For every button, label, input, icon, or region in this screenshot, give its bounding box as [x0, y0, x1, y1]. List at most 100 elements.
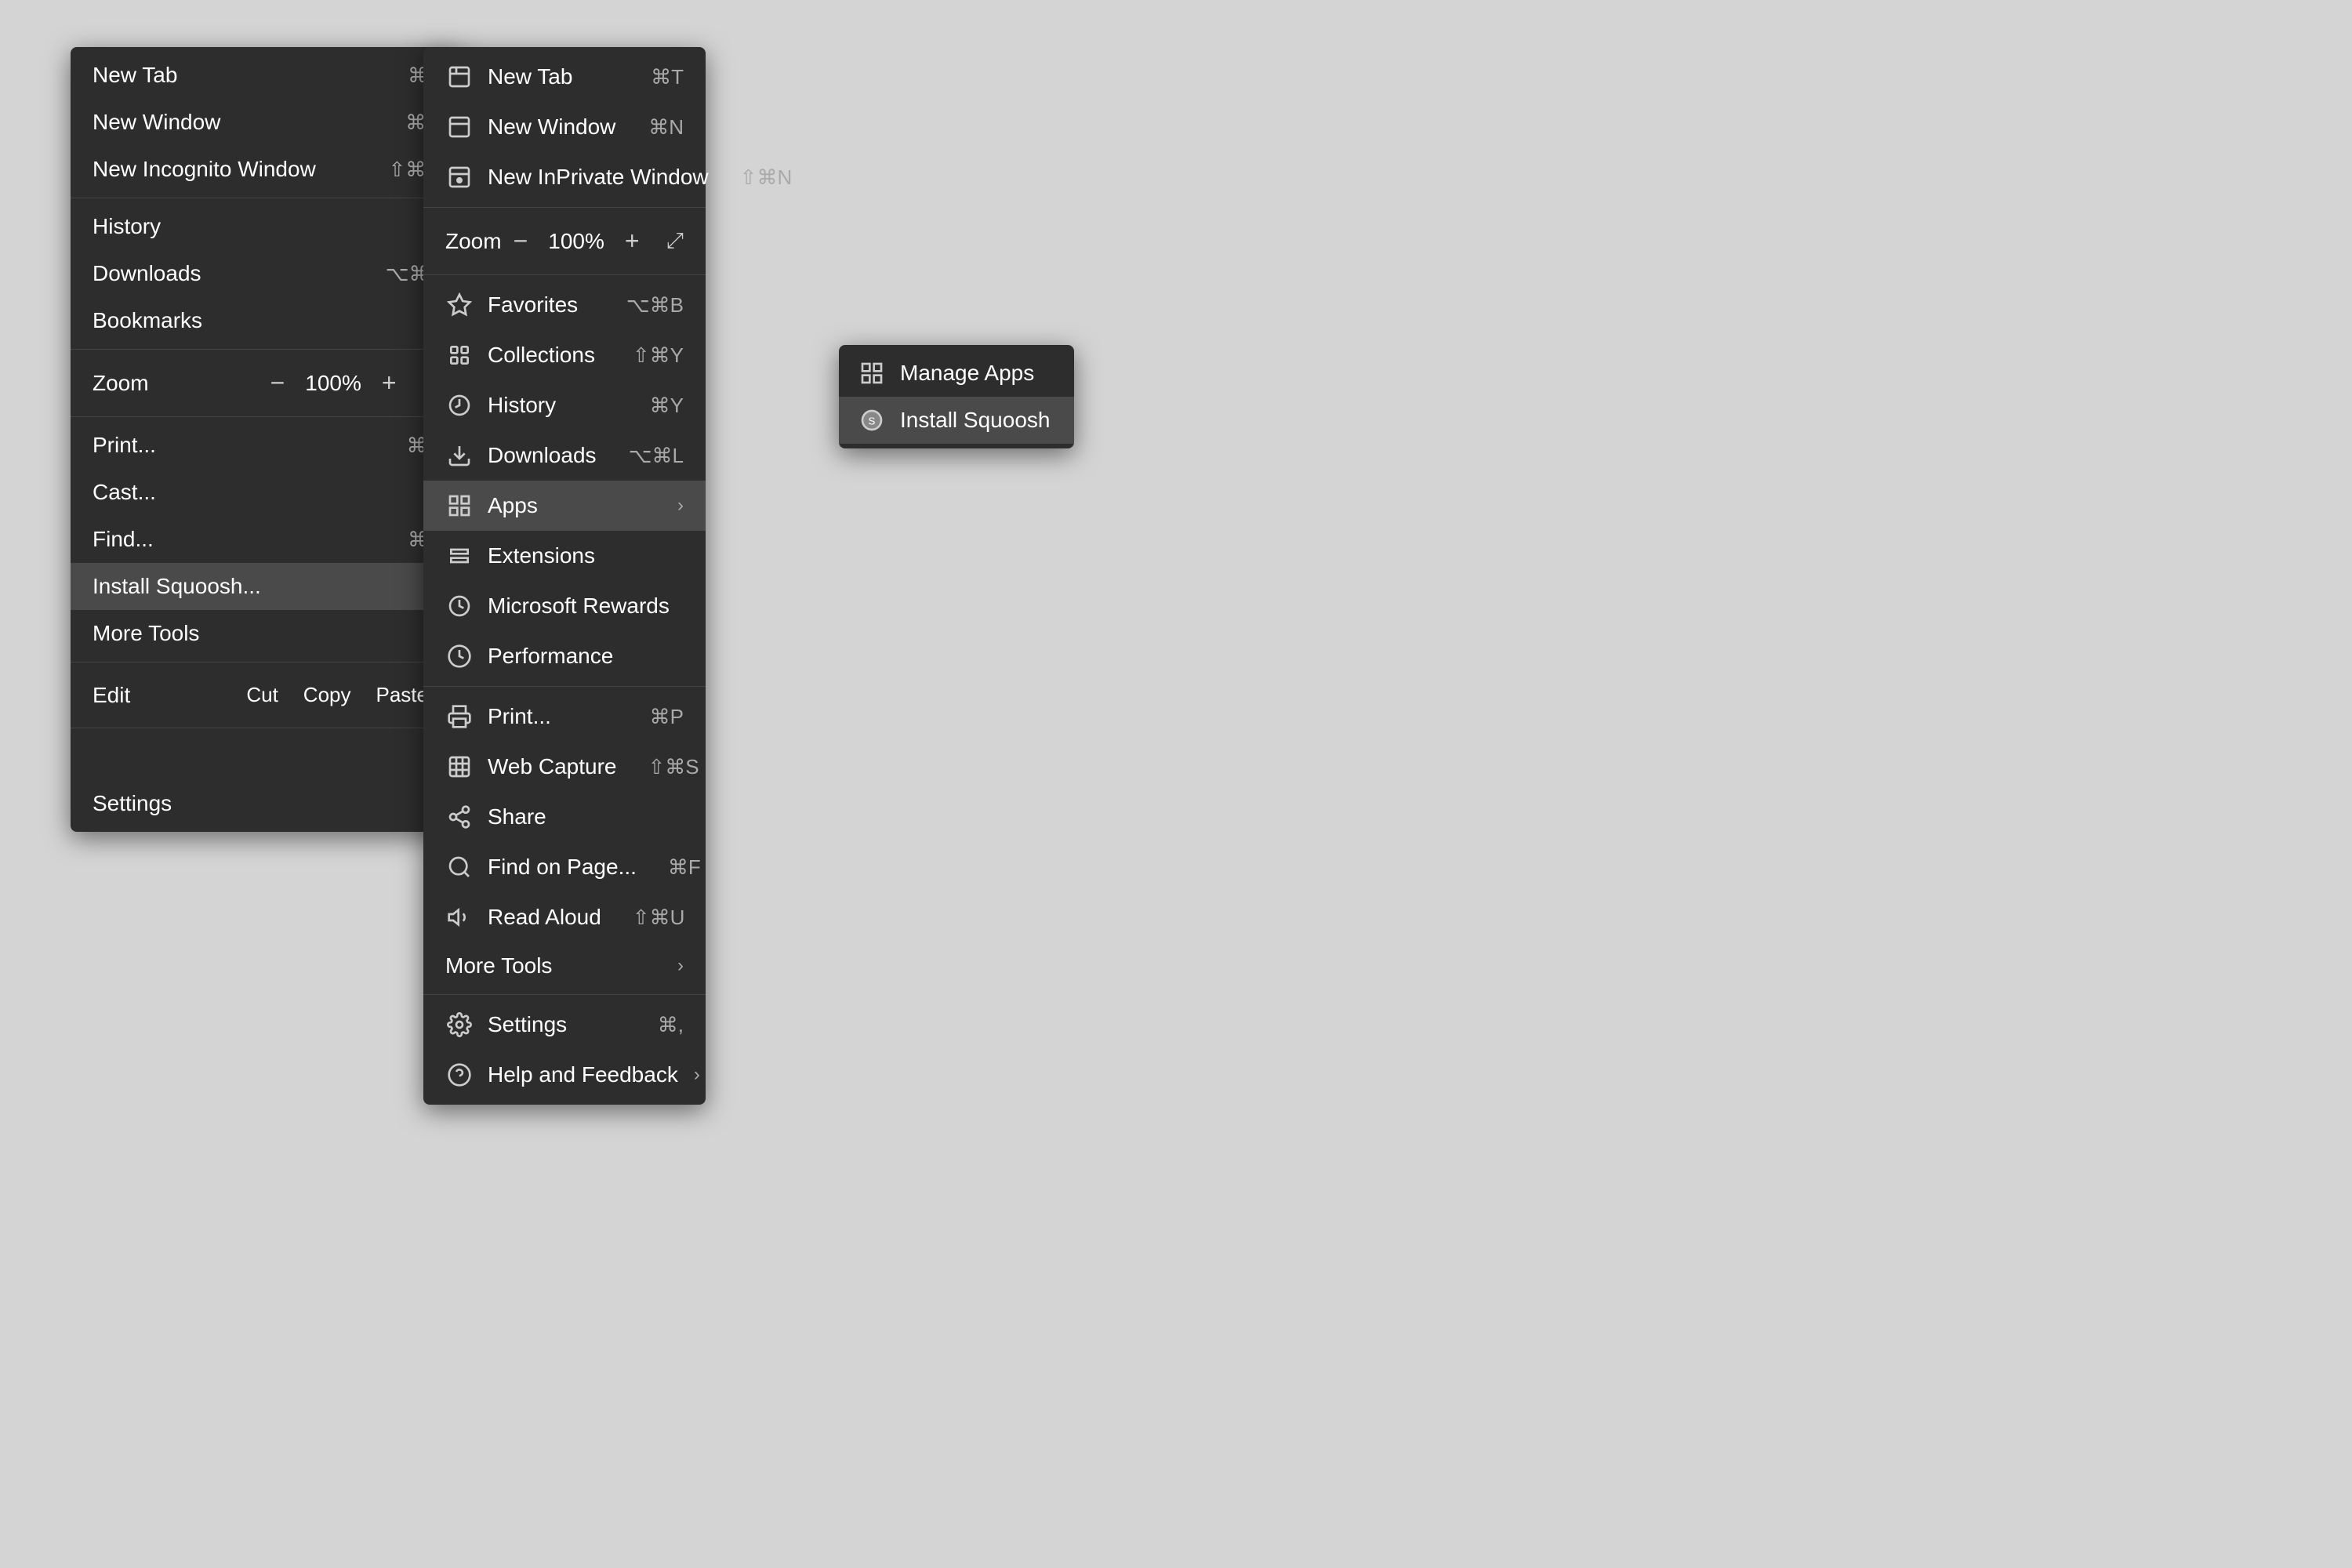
edge-find-shortcut: ⌘F [668, 855, 701, 880]
edge-readaloud-label: Read Aloud [488, 905, 601, 930]
extensions-icon [445, 542, 474, 570]
edge-help-label: Help and Feedback [488, 1062, 678, 1087]
edge-share-label: Share [488, 804, 546, 829]
chrome-bookmarks-label: Bookmarks [93, 308, 202, 333]
edge-webcapture-shortcut: ⇧⌘S [648, 755, 699, 779]
edge-collections-shortcut: ⇧⌘Y [633, 343, 684, 368]
chrome-install-squoosh-label: Install Squoosh... [93, 574, 261, 599]
edge-new-inprivate-label: New InPrivate Window [488, 165, 709, 190]
edge-separator-3 [423, 686, 706, 687]
edge-new-window-left: New Window [445, 113, 615, 141]
chrome-find[interactable]: Find... ⌘F [71, 516, 463, 563]
edge-rewards-left: Microsoft Rewards [445, 592, 670, 620]
edge-new-tab-left: New Tab [445, 63, 572, 91]
edge-help-feedback[interactable]: Help and Feedback › [423, 1050, 706, 1100]
chrome-downloads[interactable]: Downloads ⌥⌘L [71, 250, 463, 297]
collections-icon [445, 341, 474, 369]
chrome-zoom-minus[interactable]: − [264, 365, 292, 401]
edge-print-label: Print... [488, 704, 551, 729]
edge-downloads[interactable]: Downloads ⌥⌘L [423, 430, 706, 481]
edge-extensions[interactable]: Extensions [423, 531, 706, 581]
chrome-install-squoosh[interactable]: Install Squoosh... [71, 563, 463, 610]
edge-performance-left: Performance [445, 642, 613, 670]
edge-new-inprivate-left: New InPrivate Window [445, 163, 709, 191]
edge-downloads-shortcut: ⌥⌘L [629, 444, 684, 468]
chrome-bookmarks[interactable]: Bookmarks › [71, 297, 463, 344]
chrome-print[interactable]: Print... ⌘P [71, 422, 463, 469]
edge-extensions-label: Extensions [488, 543, 595, 568]
chrome-copy-button[interactable]: Copy [291, 678, 364, 712]
apps-submenu: Manage Apps S Install Squoosh [839, 345, 1074, 448]
edge-web-capture[interactable]: Web Capture ⇧⌘S [423, 742, 706, 792]
edge-history-left: History [445, 391, 556, 419]
chrome-edit-actions: Cut Copy Paste [234, 678, 441, 712]
edge-collections-left: Collections [445, 341, 595, 369]
edge-apps-left: Apps [445, 492, 538, 520]
new-window-icon [445, 113, 474, 141]
edge-zoom-minus[interactable]: − [507, 223, 535, 259]
chrome-new-incognito[interactable]: New Incognito Window ⇧⌘N [71, 146, 463, 193]
edge-readaloud-shortcut: ⇧⌘U [633, 906, 685, 930]
edge-webcapture-label: Web Capture [488, 754, 616, 779]
separator-2 [71, 349, 463, 350]
edge-print-left: Print... [445, 702, 551, 731]
chrome-zoom-plus[interactable]: + [376, 365, 403, 401]
chrome-new-incognito-label: New Incognito Window [93, 157, 316, 182]
edge-settings-label: Settings [488, 1012, 567, 1037]
print-icon [445, 702, 474, 731]
edge-history-label: History [488, 393, 556, 418]
edge-menu: New Tab ⌘T New Window ⌘N New InPrivate W… [423, 47, 706, 1105]
edge-zoom-plus[interactable]: + [619, 223, 646, 259]
chrome-more-tools[interactable]: More Tools › [71, 610, 463, 657]
edge-rewards-label: Microsoft Rewards [488, 593, 670, 619]
edge-find-on-page[interactable]: Find on Page... ⌘F [423, 842, 706, 892]
chrome-new-window-label: New Window [93, 110, 220, 135]
edge-zoom-expand[interactable]: ⤢ [666, 228, 684, 254]
help-icon [445, 1061, 474, 1089]
chrome-history[interactable]: History › [71, 203, 463, 250]
chrome-help-label: Settings [93, 791, 172, 816]
apps-chevron-icon: › [677, 495, 684, 517]
chrome-new-window[interactable]: New Window ⌘N [71, 99, 463, 146]
edge-favorites-left: Favorites [445, 291, 578, 319]
edge-history[interactable]: History ⌘Y [423, 380, 706, 430]
edge-new-window[interactable]: New Window ⌘N [423, 102, 706, 152]
edge-zoom-row: Zoom − 100% + ⤢ [423, 212, 706, 270]
edge-performance[interactable]: Performance [423, 631, 706, 681]
edge-print[interactable]: Print... ⌘P [423, 691, 706, 742]
edge-new-inprivate[interactable]: New InPrivate Window ⇧⌘N [423, 152, 706, 202]
edge-new-tab-label: New Tab [488, 64, 572, 89]
chrome-cast-label: Cast... [93, 480, 156, 505]
edge-separator-4 [423, 994, 706, 995]
edge-more-tools[interactable]: More Tools › [423, 942, 706, 989]
chrome-find-label: Find... [93, 527, 154, 552]
edge-read-aloud[interactable]: Read Aloud ⇧⌘U [423, 892, 706, 942]
edge-new-inprivate-shortcut: ⇧⌘N [740, 165, 793, 190]
chrome-zoom-value: 100% [305, 371, 361, 396]
share-icon [445, 803, 474, 831]
chrome-help[interactable]: Settings › [71, 780, 463, 827]
edge-more-tools-label: More Tools [445, 953, 552, 978]
chrome-more-tools-label: More Tools [93, 621, 199, 646]
chrome-settings[interactable] [71, 733, 463, 780]
edge-performance-label: Performance [488, 644, 613, 669]
edge-separator-2 [423, 274, 706, 275]
edge-settings-left: Settings [445, 1011, 567, 1039]
chrome-cast[interactable]: Cast... [71, 469, 463, 516]
svg-text:S: S [869, 415, 876, 426]
chrome-cut-button[interactable]: Cut [234, 678, 290, 712]
edge-favorites[interactable]: Favorites ⌥⌘B [423, 280, 706, 330]
apps-manage-apps[interactable]: Manage Apps [839, 350, 1074, 397]
install-squoosh-icon: S [858, 406, 886, 434]
edge-settings[interactable]: Settings ⌘, [423, 1000, 706, 1050]
edge-microsoft-rewards[interactable]: Microsoft Rewards [423, 581, 706, 631]
edge-new-tab[interactable]: New Tab ⌘T [423, 52, 706, 102]
apps-install-squoosh[interactable]: S Install Squoosh [839, 397, 1074, 444]
edge-apps[interactable]: Apps › [423, 481, 706, 531]
edge-collections[interactable]: Collections ⇧⌘Y [423, 330, 706, 380]
separator-3 [71, 416, 463, 417]
edge-share[interactable]: Share [423, 792, 706, 842]
chrome-new-tab[interactable]: New Tab ⌘T [71, 52, 463, 99]
edge-zoom-controls: − 100% + ⤢ [507, 223, 684, 259]
chrome-zoom-row: Zoom − 100% + ⤢ [71, 354, 463, 412]
